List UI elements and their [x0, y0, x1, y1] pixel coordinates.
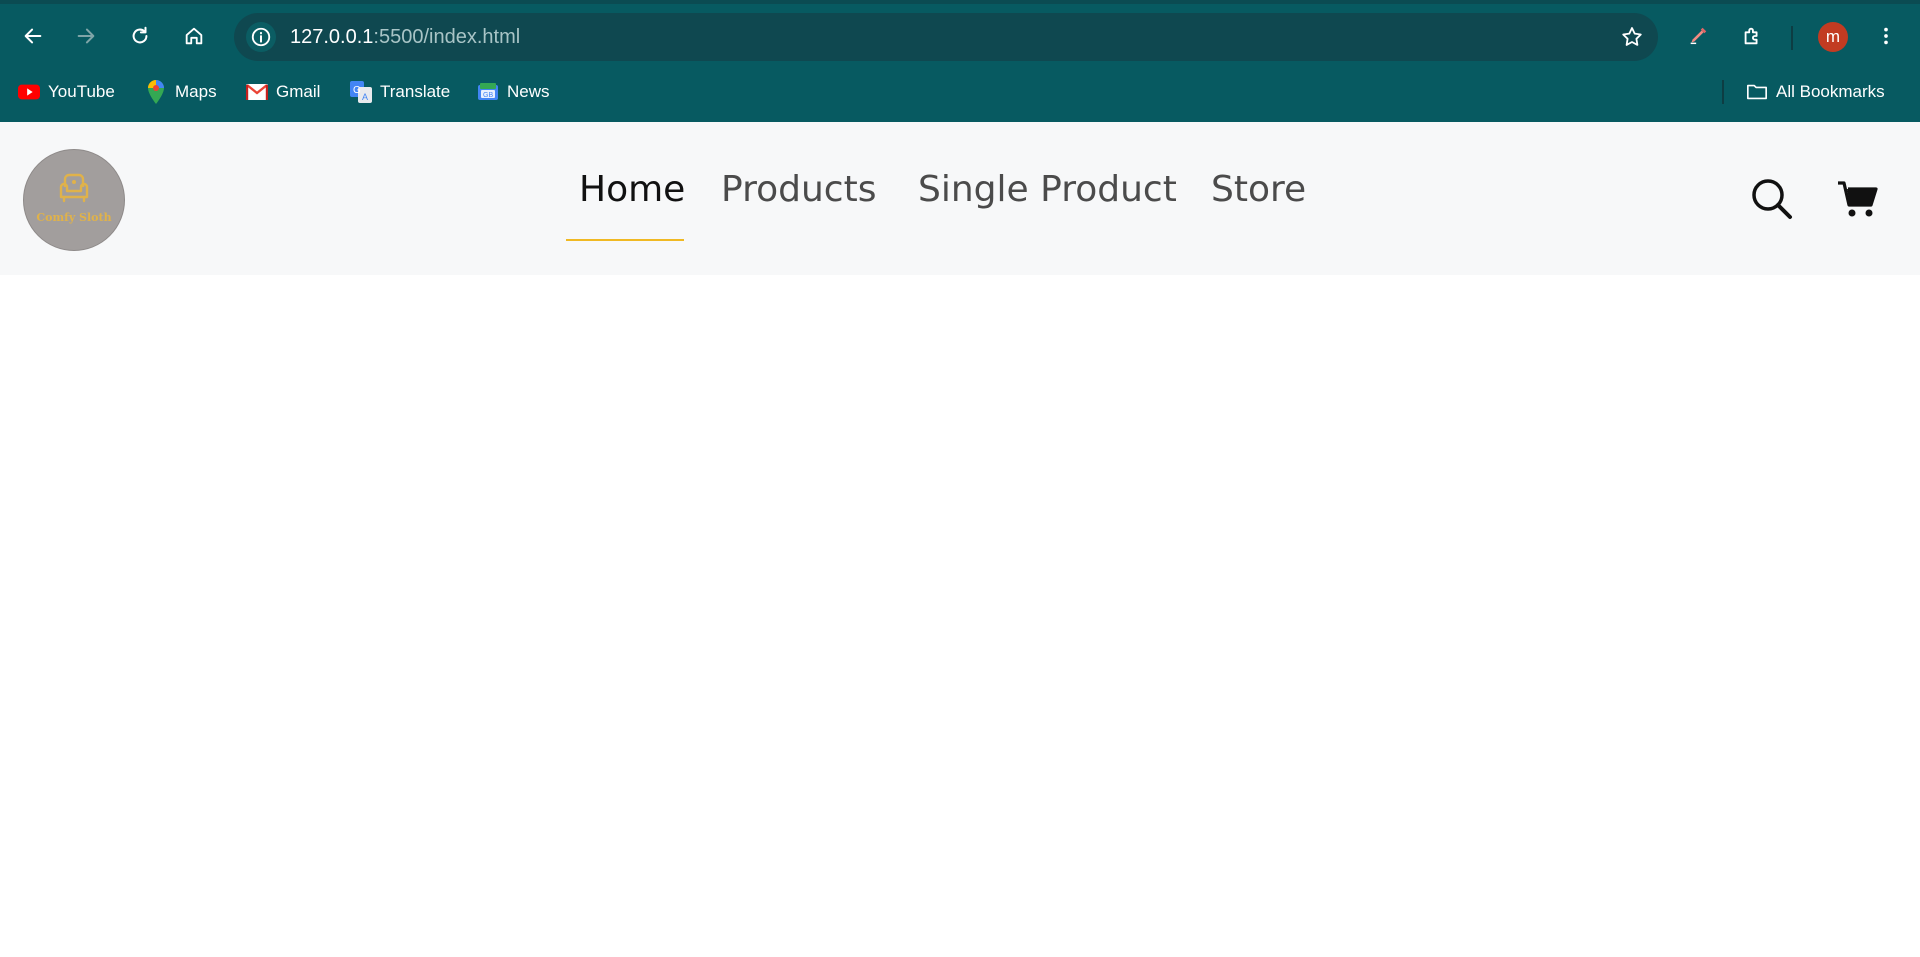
search-icon[interactable] [1750, 177, 1794, 221]
reload-icon [132, 26, 148, 44]
gmail-icon [246, 81, 268, 103]
home-button[interactable] [176, 18, 212, 54]
arrow-left-icon [24, 28, 42, 44]
url-host: 127.0.0.1 [290, 26, 374, 48]
nav-store[interactable]: Store [1211, 169, 1306, 210]
pen-extension-button[interactable] [1680, 18, 1716, 54]
browser-chrome: 127.0.0.1:5500/index.html m YouTube Maps… [0, 0, 1920, 122]
active-nav-underline [566, 239, 684, 241]
extensions-button[interactable] [1734, 18, 1770, 54]
site-header: Comfy Sloth Home Products Single Product… [0, 122, 1920, 275]
bookmark-news[interactable]: GB News [477, 78, 550, 106]
site-info-icon[interactable] [246, 22, 276, 52]
bookmark-star-icon[interactable] [1620, 25, 1644, 49]
bookmark-maps[interactable]: Maps [145, 78, 217, 106]
kebab-menu-icon [1884, 27, 1888, 45]
bookmark-label: Gmail [276, 82, 321, 101]
svg-text:GB: GB [483, 92, 493, 99]
all-bookmarks-label: All Bookmarks [1776, 82, 1885, 101]
bookmark-label: YouTube [48, 82, 115, 101]
url-path: :5500/index.html [373, 26, 521, 48]
bookmark-gmail[interactable]: Gmail [246, 78, 320, 106]
bookmark-label: News [507, 82, 550, 101]
web-page: Comfy Sloth Home Products Single Product… [0, 122, 1920, 957]
arrow-right-icon [77, 28, 95, 44]
nav-products[interactable]: Products [721, 169, 876, 210]
nav-home[interactable]: Home [579, 169, 685, 210]
pen-icon [1690, 27, 1707, 45]
nav-single-product[interactable]: Single Product [918, 169, 1177, 210]
folder-icon [1746, 81, 1768, 103]
toolbar-divider [1791, 26, 1793, 50]
svg-text:A: A [362, 92, 368, 102]
bookmark-translate[interactable]: GA Translate [350, 78, 450, 106]
address-bar[interactable]: 127.0.0.1:5500/index.html [234, 13, 1658, 61]
forward-button[interactable] [68, 18, 104, 54]
browser-menu-button[interactable] [1868, 18, 1904, 54]
bookmark-label: Translate [380, 82, 451, 101]
url-text[interactable]: 127.0.0.1:5500/index.html [290, 26, 520, 49]
maps-pin-icon [145, 80, 167, 104]
youtube-icon [18, 81, 40, 103]
bookmarks-bar: YouTube Maps Gmail GA Translate GB News … [0, 74, 1920, 110]
back-button[interactable] [15, 18, 51, 54]
bookmark-youtube[interactable]: YouTube [18, 78, 115, 106]
news-icon: GB [477, 81, 499, 103]
site-logo[interactable]: Comfy Sloth [23, 149, 125, 251]
bookmark-label: Maps [175, 82, 217, 101]
cart-icon[interactable] [1836, 177, 1880, 221]
tab-strip-edge [0, 0, 1920, 4]
bookmarks-divider [1722, 80, 1724, 104]
logo-text: Comfy Sloth [36, 210, 112, 224]
all-bookmarks-button[interactable]: All Bookmarks [1746, 78, 1885, 106]
armchair-icon [59, 173, 89, 202]
translate-icon: GA [350, 81, 372, 103]
reload-button[interactable] [122, 18, 158, 54]
home-icon [185, 27, 203, 45]
browser-toolbar: 127.0.0.1:5500/index.html m [0, 8, 1920, 64]
profile-avatar[interactable]: m [1818, 22, 1848, 52]
puzzle-icon [1744, 27, 1758, 45]
svg-text:G: G [353, 85, 361, 96]
